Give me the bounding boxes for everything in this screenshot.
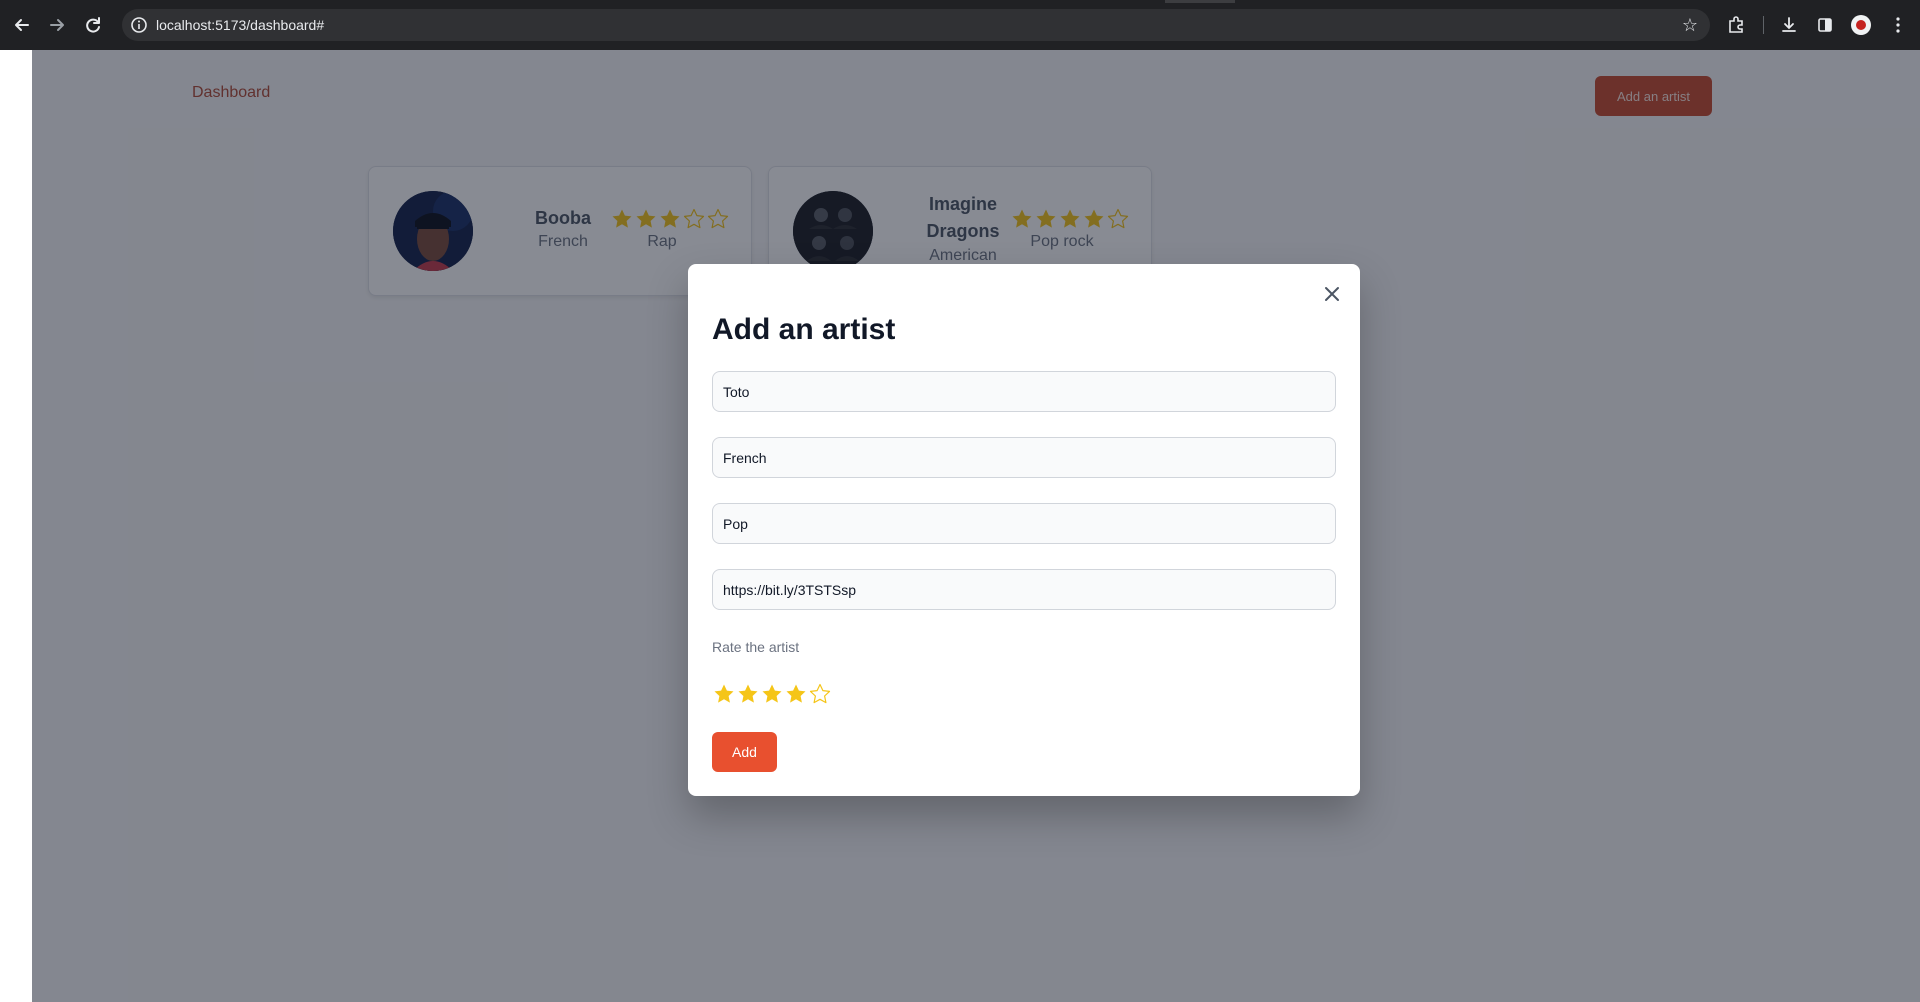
modal-title: Add an artist [712,313,896,346]
reload-icon[interactable] [79,11,107,39]
site-info-icon[interactable] [130,16,148,34]
artist-genre-input[interactable] [712,503,1336,544]
tab-strip-edge [1165,0,1235,3]
star-empty-icon[interactable] [808,682,832,706]
address-bar[interactable]: localhost:5173/dashboard# ☆ [122,9,1710,41]
star-filled-icon[interactable] [736,682,760,706]
left-gutter [0,50,32,1002]
page-viewport: Dashboard Add an artist Booba French Rap [0,50,1920,1002]
add-artist-modal: Add an artist Rate the artist Add [688,264,1360,796]
star-filled-icon[interactable] [760,682,784,706]
side-panel-icon[interactable] [1811,11,1839,39]
bookmark-star-icon[interactable]: ☆ [1682,9,1698,41]
downloads-icon[interactable] [1775,11,1803,39]
url-text[interactable]: localhost:5173/dashboard# [156,9,324,41]
artist-origin-input[interactable] [712,437,1336,478]
browser-toolbar: localhost:5173/dashboard# ☆ [0,0,1920,50]
artist-image-url-input[interactable] [712,569,1336,610]
star-filled-icon[interactable] [712,682,736,706]
star-filled-icon[interactable] [784,682,808,706]
kebab-menu-icon[interactable] [1884,11,1912,39]
rate-label: Rate the artist [712,639,800,655]
artist-name-input[interactable] [712,371,1336,412]
back-arrow-icon[interactable] [8,11,36,39]
extensions-icon[interactable] [1722,11,1750,39]
profile-avatar[interactable] [1851,15,1871,35]
app-root: Dashboard Add an artist Booba French Rap [32,50,1920,1002]
toolbar-separator [1763,16,1764,34]
forward-arrow-icon[interactable] [43,11,71,39]
rating-stars[interactable] [712,682,832,706]
add-button[interactable]: Add [712,732,777,772]
close-icon[interactable] [1320,282,1344,306]
